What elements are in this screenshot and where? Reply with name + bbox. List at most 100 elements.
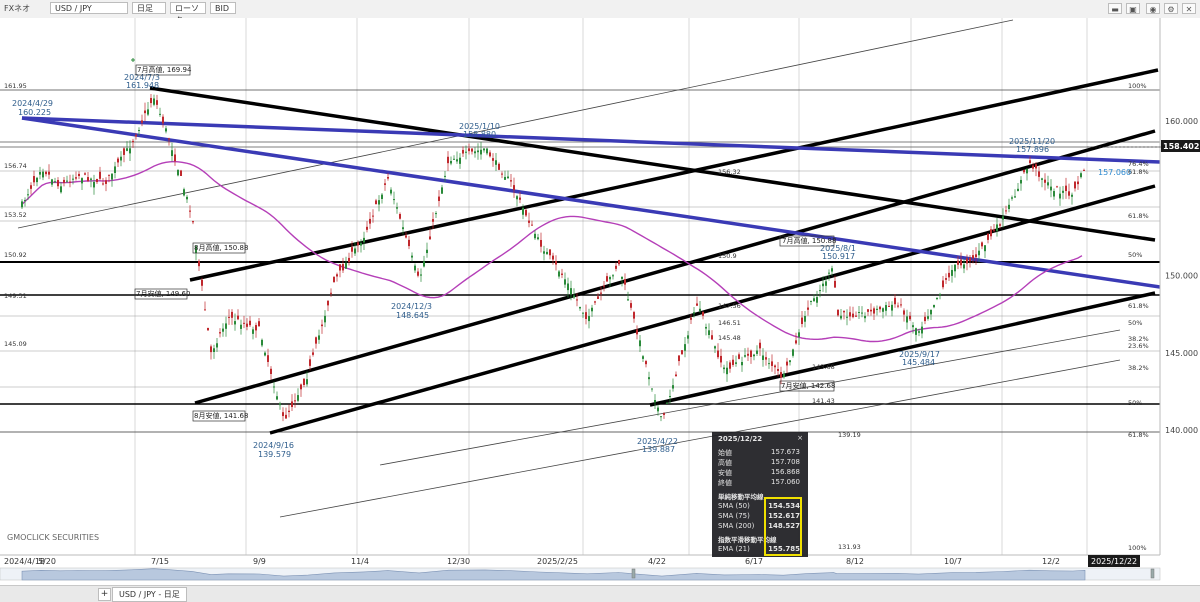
camera-icon[interactable]: ◉	[1146, 3, 1160, 14]
candle-body	[729, 362, 731, 369]
fib-label-9: 38.2%	[1128, 364, 1149, 372]
chart-tab[interactable]: USD / JPY - 日足	[112, 587, 187, 602]
candle-body	[726, 367, 728, 375]
candle-body	[312, 352, 314, 355]
candle-body	[165, 128, 167, 132]
candle-body	[999, 224, 1001, 226]
candle-body	[180, 170, 182, 176]
minimize-icon[interactable]: ▬	[1108, 3, 1122, 14]
candle-body	[420, 274, 422, 276]
popup-high-label: 高値	[718, 459, 732, 467]
candle-body	[135, 134, 137, 137]
candle-body	[462, 149, 464, 154]
candle-body	[666, 402, 668, 404]
level-label-13: 139.19	[838, 431, 861, 439]
candle-body	[51, 179, 53, 185]
candle-body	[102, 183, 104, 185]
candle-body	[429, 236, 431, 240]
candle-body	[201, 279, 203, 286]
time-tick-7: 4/22	[648, 557, 666, 566]
popup-low-row: 安値 156.868	[718, 468, 800, 477]
close-icon[interactable]: ✕	[1182, 3, 1196, 14]
candle-body	[168, 138, 170, 140]
candle-body	[123, 148, 125, 155]
annotation-23: 157.896	[1016, 145, 1049, 154]
candle-body	[840, 315, 842, 319]
candle-body	[975, 254, 977, 258]
candle-body	[69, 181, 71, 183]
candle-body	[849, 312, 851, 317]
candle-body	[801, 317, 803, 324]
candle-body	[291, 401, 293, 407]
candle-body	[378, 200, 380, 205]
settings-icon[interactable]: ⚙	[1164, 3, 1178, 14]
price-tick-3: 140.000	[1165, 426, 1198, 435]
popup-close-row: 終値 157.060	[718, 478, 800, 487]
candle-body	[753, 354, 755, 357]
candle-body	[1056, 186, 1058, 188]
popup-ema21-label: EMA (21)	[718, 545, 750, 553]
candle-body	[369, 218, 371, 224]
candle-body	[402, 227, 404, 230]
candle-body	[492, 158, 494, 161]
annotation-18: 150.917	[822, 252, 855, 261]
candle-body	[1074, 181, 1076, 189]
candle-body	[972, 255, 974, 259]
candle-body	[27, 194, 29, 196]
candle-body	[249, 320, 251, 326]
candle-body	[72, 178, 74, 180]
popup-open-row: 始値 157.673	[718, 448, 800, 457]
candle-body	[852, 313, 854, 318]
popup-sma200-label: SMA (200)	[718, 522, 755, 530]
symbol-select[interactable]: USD / JPY	[50, 2, 128, 14]
candle-body	[501, 173, 503, 175]
candle-body	[183, 189, 185, 196]
candle-body	[33, 176, 35, 183]
candle-body	[699, 308, 701, 312]
candle-body	[1068, 191, 1070, 196]
candle-body	[993, 229, 995, 231]
candle-body	[504, 176, 506, 180]
candle-body	[660, 416, 662, 418]
price-side-select[interactable]: BID	[210, 2, 236, 14]
restore-icon[interactable]: ▣	[1126, 3, 1140, 14]
candle-body	[855, 315, 857, 317]
candle-body	[648, 377, 650, 380]
candle-body	[936, 297, 938, 300]
candle-body	[771, 361, 773, 366]
candle-body	[702, 311, 704, 316]
candle-body	[678, 355, 680, 362]
add-tab-button[interactable]: +	[98, 588, 111, 601]
candle-body	[276, 396, 278, 400]
candle-body	[642, 356, 644, 359]
candle-body	[45, 171, 47, 175]
candle-body	[267, 355, 269, 362]
time-tick-6: 2025/2/25	[537, 557, 578, 566]
candle-body	[858, 311, 860, 313]
candle-body	[798, 332, 800, 338]
candle-body	[222, 328, 224, 332]
candle-body	[633, 312, 635, 319]
candle-body	[204, 309, 206, 311]
candle-body	[270, 368, 272, 374]
candle-body	[132, 140, 134, 143]
popup-close-icon[interactable]: ×	[797, 434, 803, 442]
candle-body	[129, 148, 131, 154]
candle-body	[540, 239, 542, 247]
candle-body	[120, 156, 122, 161]
chart-style-select[interactable]: ローソク	[170, 2, 206, 25]
timeframe-select[interactable]: 日足	[132, 2, 166, 14]
candle-body	[669, 396, 671, 398]
candle-body	[465, 151, 467, 153]
candle-body	[897, 305, 899, 307]
candle-body	[471, 148, 473, 152]
candle-body	[330, 292, 332, 294]
candle-body	[240, 324, 242, 329]
price-chart[interactable]: 161.95 156.74 153.52 150.92 149.31 145.09 156.…	[0, 18, 1200, 585]
candle-body	[225, 323, 227, 329]
candle-body	[837, 309, 839, 316]
candle-body	[405, 235, 407, 238]
candle-body	[543, 251, 545, 254]
candle-body	[198, 260, 200, 267]
candle-body	[516, 196, 518, 200]
